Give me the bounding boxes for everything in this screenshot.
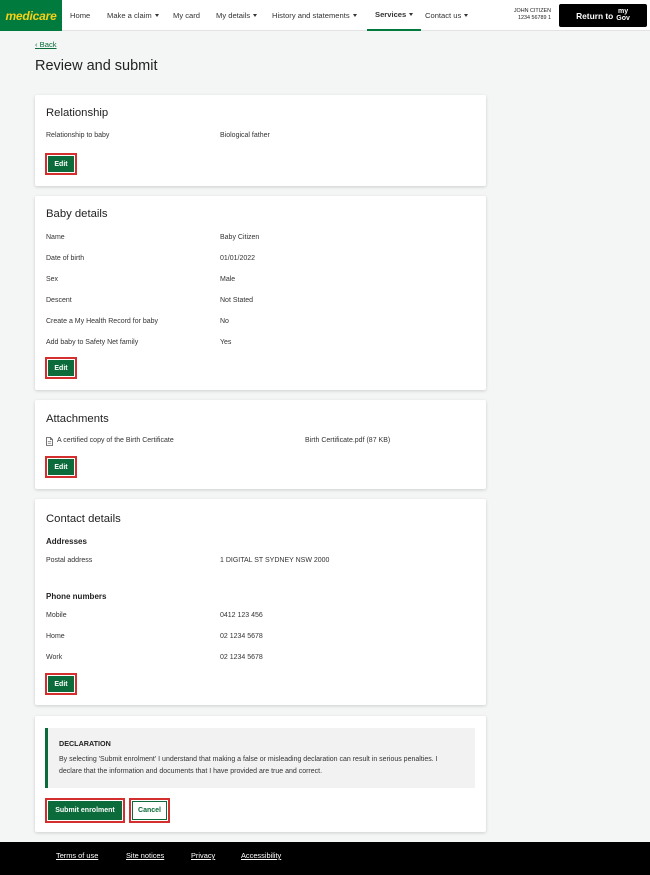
row-label: Home: [46, 633, 65, 640]
row-label: Work: [46, 654, 63, 661]
nav-item-home[interactable]: Home: [70, 0, 90, 31]
nav-item-my-details[interactable]: My details: [216, 0, 258, 31]
chevron-down-icon: [352, 14, 357, 17]
row-value: 0412 123 456: [220, 612, 263, 619]
card-title: Attachments: [46, 413, 109, 425]
card-title: Relationship: [46, 107, 109, 119]
row-value: Yes: [220, 339, 232, 346]
row-value: Male: [220, 276, 236, 283]
contact-details-card: Contact details Addresses Postal address…: [35, 499, 486, 705]
row-label: Descent: [46, 297, 72, 304]
row-label: Postal address: [46, 557, 93, 564]
back-link[interactable]: ‹ Back: [35, 40, 57, 49]
top-navigation: medicare Home Make a claim My card My de…: [0, 0, 650, 31]
row-value: Biological father: [220, 132, 270, 139]
row-label: Relationship to baby: [46, 132, 110, 139]
row-value: Not Stated: [220, 297, 254, 304]
declaration-card: DECLARATION By selecting 'Submit enrolme…: [35, 716, 486, 832]
nav-item-make-a-claim[interactable]: Make a claim: [107, 0, 159, 31]
row-value: 1 DIGITAL ST SYDNEY NSW 2000: [220, 557, 330, 564]
edit-baby-details-button[interactable]: Edit: [45, 357, 77, 379]
phone-numbers-heading: Phone numbers: [46, 592, 107, 601]
edit-contact-details-button[interactable]: Edit: [45, 673, 77, 695]
footer-link-privacy[interactable]: Privacy: [191, 851, 215, 860]
declaration-text: By selecting 'Submit enrolment' I unders…: [59, 756, 438, 775]
addresses-heading: Addresses: [46, 537, 87, 546]
medicare-logo[interactable]: medicare: [0, 0, 62, 31]
return-to-label: Return to: [576, 10, 614, 21]
footer: Terms of use Site notices Privacy Access…: [0, 842, 650, 875]
row-label: Create a My Health Record for baby: [46, 318, 159, 325]
relationship-card: Relationship Relationship to baby Biolog…: [35, 95, 486, 186]
footer-link-terms-of-use[interactable]: Terms of use: [56, 851, 98, 860]
chevron-down-icon: [154, 14, 159, 17]
attachment-label: A certified copy of the Birth Certificat…: [57, 437, 174, 444]
footer-link-accessibility[interactable]: Accessibility: [241, 851, 281, 860]
baby-details-card: Baby details Name Baby Citizen Date of b…: [35, 196, 486, 390]
row-value: 02 1234 5678: [220, 654, 263, 661]
user-info: JOHN CITIZEN 1234 56789 1: [509, 8, 551, 22]
return-to-mygov-button[interactable]: Return to my Gov: [559, 4, 647, 27]
nav-item-history-and-statements[interactable]: History and statements: [272, 0, 357, 31]
user-name: JOHN CITIZEN: [513, 8, 551, 14]
nav-item-my-card[interactable]: My card: [173, 0, 200, 31]
nav-item-services[interactable]: Services: [367, 0, 422, 31]
chevron-down-icon: [409, 13, 414, 16]
attachment-file[interactable]: Birth Certificate.pdf (87 KB): [305, 437, 390, 444]
row-label: Sex: [46, 276, 59, 283]
row-label: Mobile: [46, 612, 67, 619]
card-title: Baby details: [46, 208, 108, 220]
cancel-button[interactable]: Cancel: [129, 798, 170, 823]
card-title: Contact details: [46, 513, 121, 525]
nav-item-contact-us[interactable]: Contact us: [425, 0, 469, 31]
row-value: 01/01/2022: [220, 255, 256, 262]
row-label: Name: [46, 234, 65, 241]
row-value: No: [220, 318, 229, 325]
attachments-card: Attachments A certified copy of the Birt…: [35, 400, 486, 489]
edit-relationship-button[interactable]: Edit: [45, 153, 77, 175]
declaration-box: DECLARATION By selecting 'Submit enrolme…: [45, 728, 475, 788]
user-number: 1234 56789 1: [518, 15, 551, 21]
document-icon: [46, 437, 53, 446]
page-title: Review and submit: [35, 58, 158, 74]
chevron-down-icon: [464, 14, 469, 17]
logo-text: medicare: [5, 8, 57, 23]
row-label: Add baby to Safety Net family: [46, 339, 139, 346]
declaration-heading: DECLARATION: [59, 739, 111, 748]
row-value: Baby Citizen: [220, 234, 260, 241]
chevron-left-icon: ‹: [35, 40, 38, 49]
edit-attachments-button[interactable]: Edit: [45, 456, 77, 478]
submit-enrolment-button[interactable]: Submit enrolment: [45, 798, 125, 823]
row-label: Date of birth: [46, 255, 85, 262]
chevron-down-icon: [253, 14, 258, 17]
mygov-logo: my Gov: [616, 8, 630, 22]
footer-link-site-notices[interactable]: Site notices: [126, 851, 164, 860]
row-value: 02 1234 5678: [220, 633, 263, 640]
